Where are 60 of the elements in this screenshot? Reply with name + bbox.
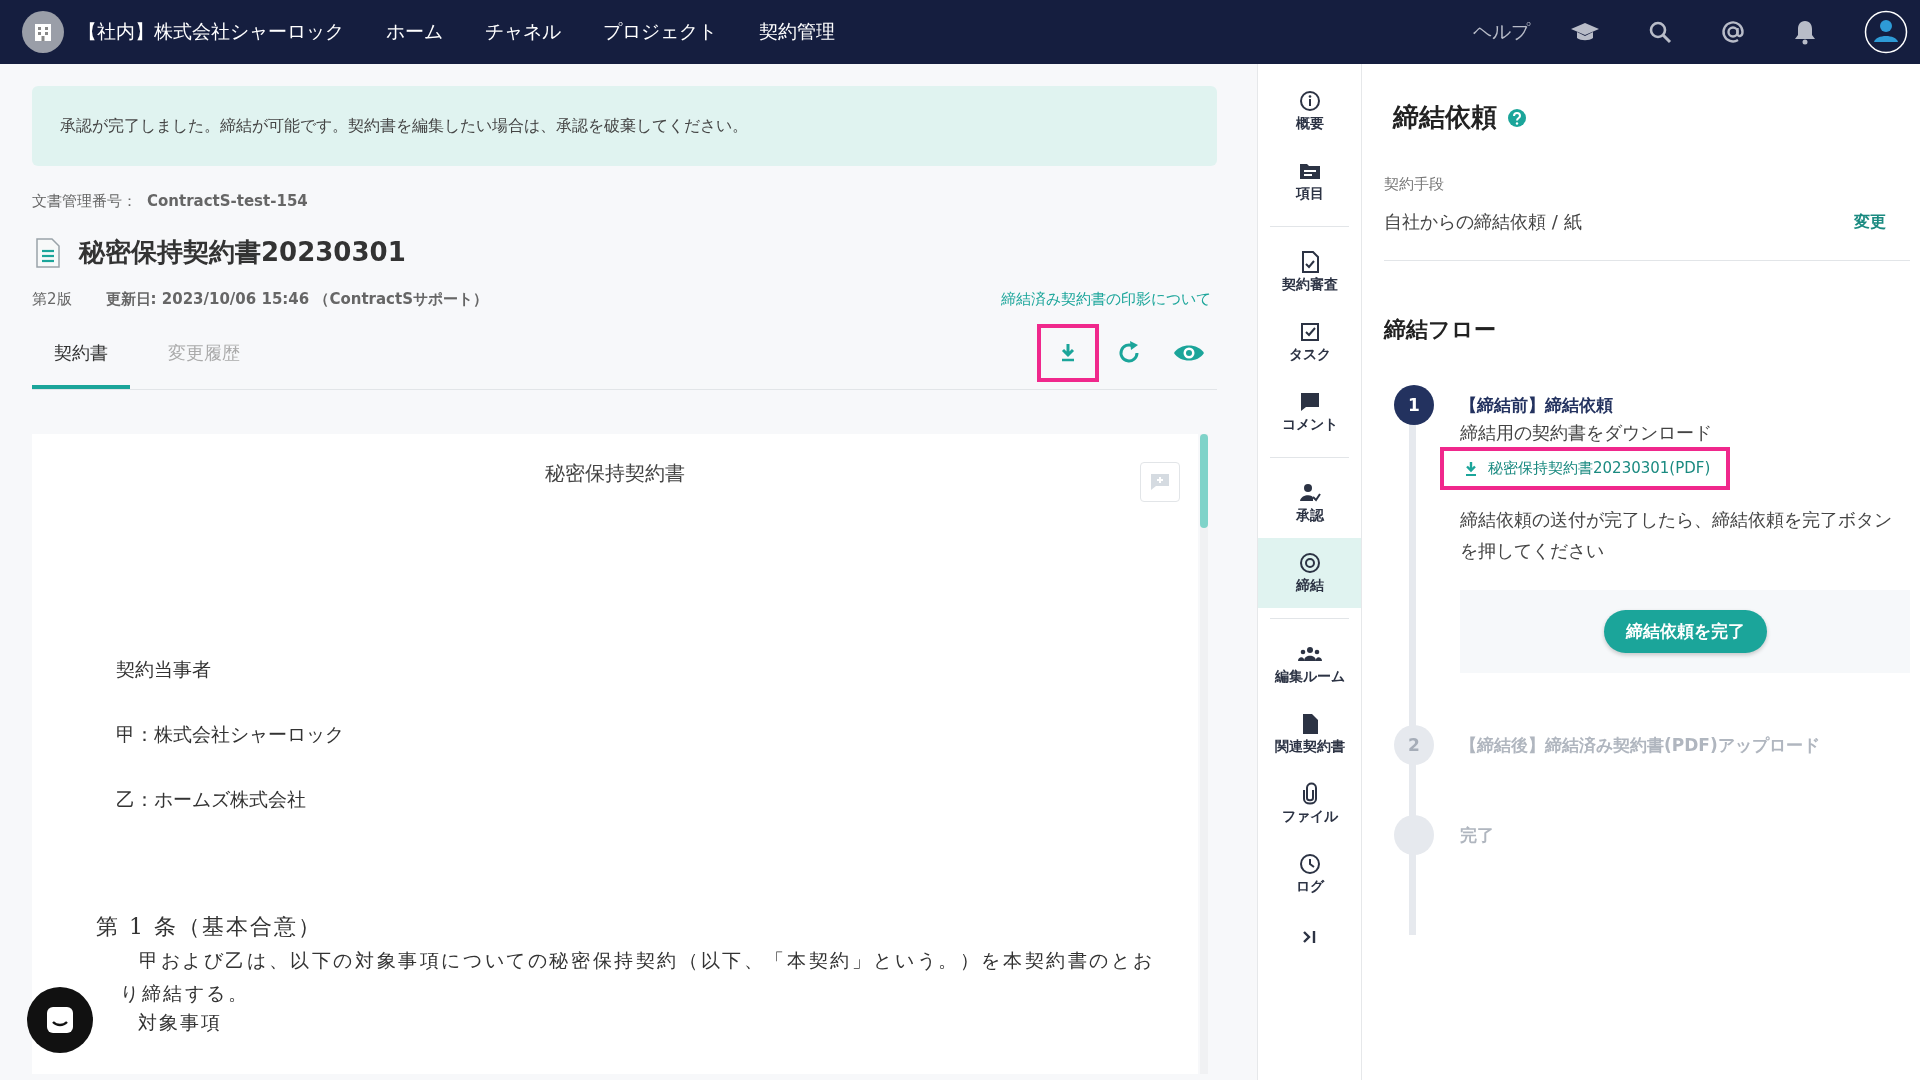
download-icon [1464,460,1478,477]
step-marker: 2 [1394,725,1434,765]
document-title: 秘密保持契約書20230301 [79,236,406,269]
method-value: 自社からの締結依頼 / 紙 [1384,210,1582,234]
sidebar-item[interactable]: 概要 [1258,76,1361,146]
at-sign-icon[interactable] [1720,19,1746,45]
step-instruction: 締結用の契約書をダウンロード [1460,421,1713,445]
help-icon[interactable] [1507,107,1527,128]
nav-link[interactable]: ホーム [386,19,443,45]
search-icon[interactable] [1648,20,1672,44]
flow-title: 締結フロー [1384,316,1497,344]
download-icon [1059,343,1077,363]
contract-text: 契約当事者 [116,657,211,682]
clock-icon [1297,852,1322,876]
document-icon [35,236,61,269]
updated-info: 更新日: 2023/10/06 15:46 （ContractSサポート） [105,290,488,309]
chat-icon [44,1004,76,1036]
nav-link[interactable]: プロジェクト [603,19,717,45]
step-title: 完了 [1460,824,1494,847]
document-number-label: 文書管理番号： [32,192,137,211]
organization-name[interactable]: 【社内】株式会社シャーロック [78,19,344,45]
sidebar-item[interactable]: タスク [1258,307,1361,377]
version-label: 第2版 [32,290,72,309]
document-number: ContractS-test-154 [147,192,308,211]
approval-banner: 承認が完了しました。締結が可能です。契約書を編集したい場合は、承認を破棄してください。 [32,86,1217,166]
nav-link[interactable]: チャネル [485,19,561,45]
panel-title: 締結依頼 [1393,101,1497,134]
step-marker: 1 [1394,385,1434,425]
comment-plus-icon [1150,473,1170,491]
sidebar-item[interactable]: 関連契約書 [1258,699,1361,769]
sidebar-item[interactable]: 契約審査 [1258,237,1361,307]
step-title: 【締結後】締結済み契約書(PDF)アップロード [1460,734,1820,757]
contract-title: 秘密保持契約書 [544,460,686,487]
sidebar-item[interactable]: 項目 [1258,146,1361,216]
nav-link[interactable]: 契約管理 [759,19,835,45]
help-link[interactable]: ヘルプ [1473,19,1530,45]
sidebar-item[interactable]: ログ [1258,839,1361,909]
download-button[interactable] [1037,324,1099,382]
sidebar-item[interactable]: コメント [1258,377,1361,447]
building-icon[interactable] [22,11,64,53]
pdf-download-link[interactable]: 秘密保持契約書20230301(PDF) [1440,447,1731,490]
tab[interactable]: 契約書 [32,317,130,389]
sidebar-item[interactable]: 承認 [1258,468,1361,538]
contract-text: 甲および乙は、以下の対象事項についての秘密保持契約（以下、「本契約」という。）を本契約書のとおり締結する。 [120,948,1156,1006]
method-label: 契約手段 [1384,175,1445,194]
contract-text: 乙：ホームズ株式会社 [116,787,306,812]
contract-text: 第 1 条（基本合意） [96,913,322,941]
sidebar-item[interactable]: 編集ルーム [1258,629,1361,699]
user-avatar-icon[interactable] [1864,10,1908,54]
step-instruction: 締結依頼の送付が完了したら、締結依頼を完了ボタンを押してください [1460,508,1893,563]
contract-text: 甲：株式会社シャーロック [116,722,344,747]
bell-icon[interactable] [1794,19,1816,45]
target-icon [1297,551,1322,575]
info-icon [1297,89,1322,113]
sidebar-item[interactable]: ファイル [1258,769,1361,839]
sidebar-item[interactable]: 締結 [1258,538,1361,608]
scrollbar-thumb[interactable] [1200,434,1208,528]
contract-text: 対象事項 [138,1010,222,1035]
change-link[interactable]: 変更 [1854,211,1886,233]
step-title: 【締結前】締結依頼 [1460,394,1614,417]
